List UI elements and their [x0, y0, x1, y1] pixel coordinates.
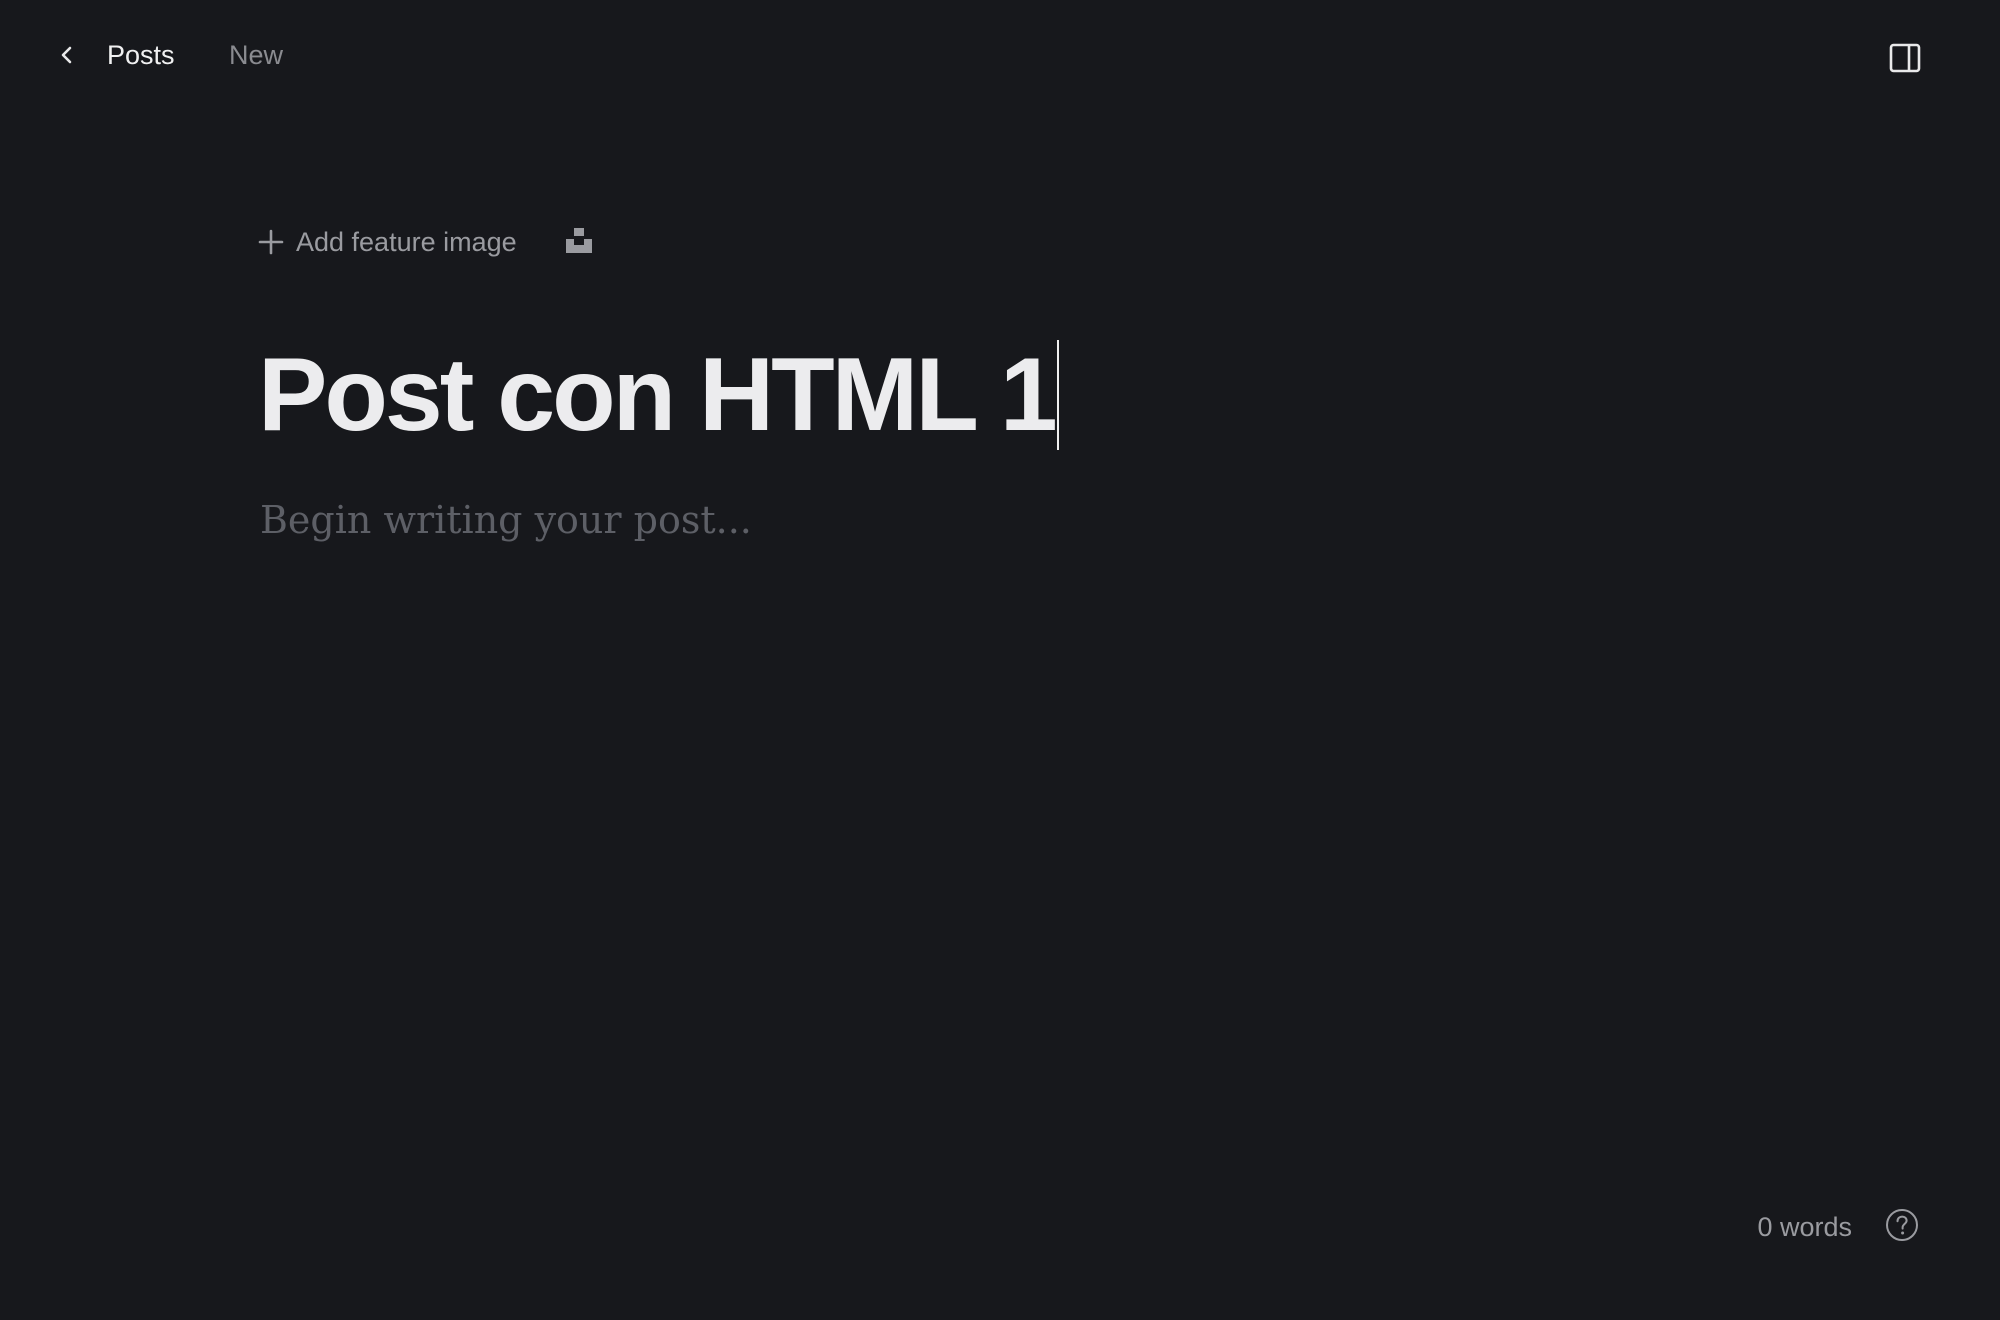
plus-icon — [258, 229, 284, 255]
text-cursor — [1056, 340, 1059, 450]
help-button[interactable] — [1884, 1208, 1920, 1247]
help-circle-icon — [1885, 1208, 1919, 1247]
post-status-label: New — [229, 40, 284, 70]
add-feature-image-button[interactable]: Add feature image — [258, 227, 517, 258]
editor-header: Posts New — [0, 0, 2000, 112]
unsplash-icon — [564, 226, 594, 259]
editor-footer: 0 words — [1757, 1207, 1920, 1247]
breadcrumb-posts-link[interactable]: Posts — [107, 37, 175, 73]
sidebar-toggle-icon — [1889, 43, 1921, 78]
post-title-field[interactable]: Post con HTML 1 — [258, 330, 1059, 460]
unsplash-button[interactable] — [563, 226, 595, 258]
word-count: 0 words — [1757, 1211, 1852, 1242]
settings-sidebar-toggle-button[interactable] — [1887, 42, 1923, 78]
back-button[interactable] — [50, 40, 84, 74]
post-title-text: Post con HTML 1 — [258, 337, 1058, 453]
chevron-left-icon — [58, 44, 76, 71]
post-body-editor[interactable]: Begin writing your post... — [260, 492, 1740, 548]
add-feature-image-label: Add feature image — [296, 226, 517, 257]
feature-image-row: Add feature image — [258, 222, 595, 262]
